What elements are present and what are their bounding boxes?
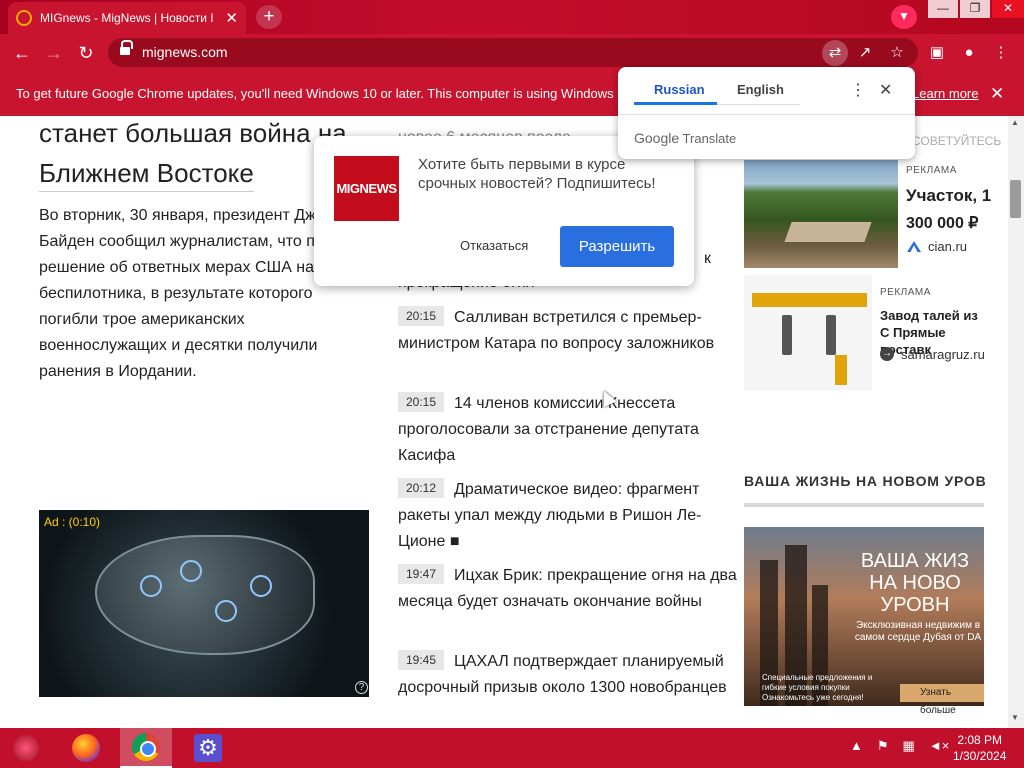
google-wordmark: Google <box>634 130 680 146</box>
article-headline-line1[interactable]: станет большая война на <box>39 118 347 149</box>
taskbar-firefox[interactable] <box>60 728 112 768</box>
news-time: 19:45 <box>398 650 445 670</box>
lock-icon[interactable] <box>120 40 133 55</box>
news-time: 19:47 <box>398 564 445 584</box>
back-icon[interactable]: ← <box>6 43 38 64</box>
tab-russian[interactable]: Russian <box>654 82 705 97</box>
side-panel-icon[interactable]: ▣ <box>924 40 950 66</box>
ad-source[interactable]: samaragruz.ru <box>901 347 985 362</box>
news-headline[interactable]: Салливан встретился с премьер-министром … <box>398 309 714 352</box>
video-camera-icon: ■ <box>449 533 460 550</box>
article-lead: Во вторник, 30 января, президент Дж Байд… <box>39 207 318 380</box>
translate-wordmark: Translate <box>682 131 737 146</box>
section-title[interactable]: ВАША ЖИЗНЬ НА НОВОМ УРОВ <box>744 473 987 489</box>
mignews-logo: MIGNEWS <box>334 156 399 221</box>
hoist-weight-image <box>835 355 847 385</box>
arrow-right-icon: → <box>880 347 894 361</box>
hoist-hook-image <box>826 315 836 355</box>
tab-search-button[interactable]: ▼ <box>891 5 917 29</box>
start-button[interactable] <box>0 728 52 768</box>
scroll-down-icon[interactable]: ▼ <box>1011 713 1019 722</box>
news-time: 20:15 <box>398 392 445 412</box>
news-item[interactable]: 19:45 ЦАХАЛ подтверждает планируемый доср… <box>398 649 738 701</box>
address-bar[interactable]: mignews.com <box>108 38 918 67</box>
allow-button[interactable]: Разрешить <box>560 226 674 267</box>
mignews-favicon-icon <box>16 10 32 26</box>
news-headline[interactable]: Ицхак Брик: прекращение огня на два меся… <box>398 567 737 610</box>
infobar-close-icon[interactable]: ✕ <box>990 72 1004 116</box>
ad-price: 300 000 ₽ <box>906 215 979 232</box>
clock-date: 1/30/2024 <box>953 749 1007 763</box>
translate-icon[interactable]: ⇄ <box>822 40 848 66</box>
ad-label: РЕКЛАМА <box>906 165 957 176</box>
scrollbar-thumb[interactable] <box>1010 180 1021 218</box>
ring-graphic <box>215 600 237 622</box>
banner-learn-more-button[interactable]: Узнать больше <box>900 684 984 716</box>
ad-source[interactable]: cian.ru <box>928 239 967 254</box>
taskbar-clock[interactable]: 2:08 PM 1/30/2024 <box>953 732 1006 764</box>
ad-title[interactable]: Участок, 1 <box>906 186 991 206</box>
banner-headline: ВАША ЖИЗ НА НОВО УРОВН <box>860 550 970 616</box>
chrome-icon <box>132 733 160 761</box>
taskbar-chrome[interactable] <box>120 728 172 768</box>
firefox-icon <box>72 734 100 762</box>
ring-graphic <box>250 575 272 597</box>
translate-options-icon[interactable]: ⋮ <box>850 80 866 100</box>
sidebar-fragment: СОВЕТУЙТЕСЬ <box>912 134 1002 148</box>
hoist-beam-image <box>752 293 867 307</box>
banner-small-print: Специальные предложения и гибкие условия… <box>762 673 873 702</box>
volume-muted-icon[interactable]: ◄× <box>929 738 949 754</box>
forward-icon[interactable]: → <box>38 43 70 64</box>
tray-expand-icon[interactable]: ▲ <box>850 738 863 754</box>
active-tab-indicator <box>634 102 717 105</box>
ring-graphic <box>180 560 202 582</box>
google-translate-brand: Google Translate <box>634 130 736 146</box>
minimize-button[interactable]: — <box>928 0 958 18</box>
ad-help-icon[interactable]: ? <box>355 681 368 694</box>
new-tab-button[interactable]: + <box>256 5 282 29</box>
news-time: 20:15 <box>398 306 445 326</box>
news-fragment-mid1[interactable]: к <box>704 246 724 272</box>
share-icon[interactable]: ↗ <box>852 40 878 66</box>
reload-icon[interactable]: ↻ <box>70 43 102 64</box>
ring-graphic <box>140 575 162 597</box>
ad-label: РЕКЛАМА <box>880 287 931 298</box>
clock-time: 2:08 PM <box>957 733 1003 747</box>
popup-message: Хотите быть первыми в курсе срочных ново… <box>418 156 656 192</box>
news-item[interactable]: 19:47 Ицхак Брик: прекращение огня на два… <box>398 563 738 615</box>
news-item[interactable]: 20:12 Драматическое видео: фрагмент ракет… <box>398 477 738 555</box>
tab-close-icon[interactable]: ✕ <box>225 9 238 27</box>
news-item[interactable]: 20:15 Салливан встретился с премьер-минис… <box>398 305 738 357</box>
menu-dots-icon[interactable]: ⋮ <box>988 40 1014 66</box>
window-close-button[interactable]: ✕ <box>992 0 1024 18</box>
profile-avatar-icon[interactable]: ● <box>956 40 982 66</box>
news-headline[interactable]: ЦАХАЛ подтверждает планируемый досрочный… <box>398 653 727 696</box>
translate-close-icon[interactable]: ✕ <box>879 80 892 100</box>
ad-land-photo[interactable] <box>744 160 898 268</box>
flag-icon[interactable]: ⚑ <box>877 738 889 754</box>
ad-timer: Ad : (0:10) <box>44 515 101 529</box>
article-headline-line2[interactable]: Ближнем Востоке <box>39 158 254 192</box>
learn-more-link[interactable]: Learn more <box>912 72 978 116</box>
tab-english[interactable]: English <box>737 82 784 97</box>
system-tray: ▲ ⚑ ▦ ◄× <box>850 738 949 754</box>
news-item[interactable]: 20:15 14 членов комиссии Кнессета проголо… <box>398 391 738 469</box>
bookmark-star-icon[interactable]: ☆ <box>884 40 910 66</box>
network-icon[interactable]: ▦ <box>903 738 915 754</box>
start-orb-icon <box>13 735 39 761</box>
gear-icon: ⚙ <box>194 734 222 762</box>
taskbar-settings[interactable]: ⚙ <box>182 728 234 768</box>
maximize-button[interactable]: ❐ <box>960 0 990 18</box>
decline-button[interactable]: Отказаться <box>460 238 528 253</box>
news-time: 20:12 <box>398 478 445 498</box>
scroll-up-icon[interactable]: ▲ <box>1011 118 1019 127</box>
tab-title: MIGnews - MigNews | Новости I <box>40 11 214 25</box>
translate-divider <box>618 114 915 115</box>
ad-pier-image <box>784 222 872 242</box>
banner-subtitle: Эксклюзивная недвижим в самом сердце Дуб… <box>854 620 982 643</box>
browser-tab[interactable]: MIGnews - MigNews | Новости I ✕ <box>8 2 246 34</box>
section-divider <box>744 503 984 507</box>
hoist-hook-image <box>782 315 792 355</box>
